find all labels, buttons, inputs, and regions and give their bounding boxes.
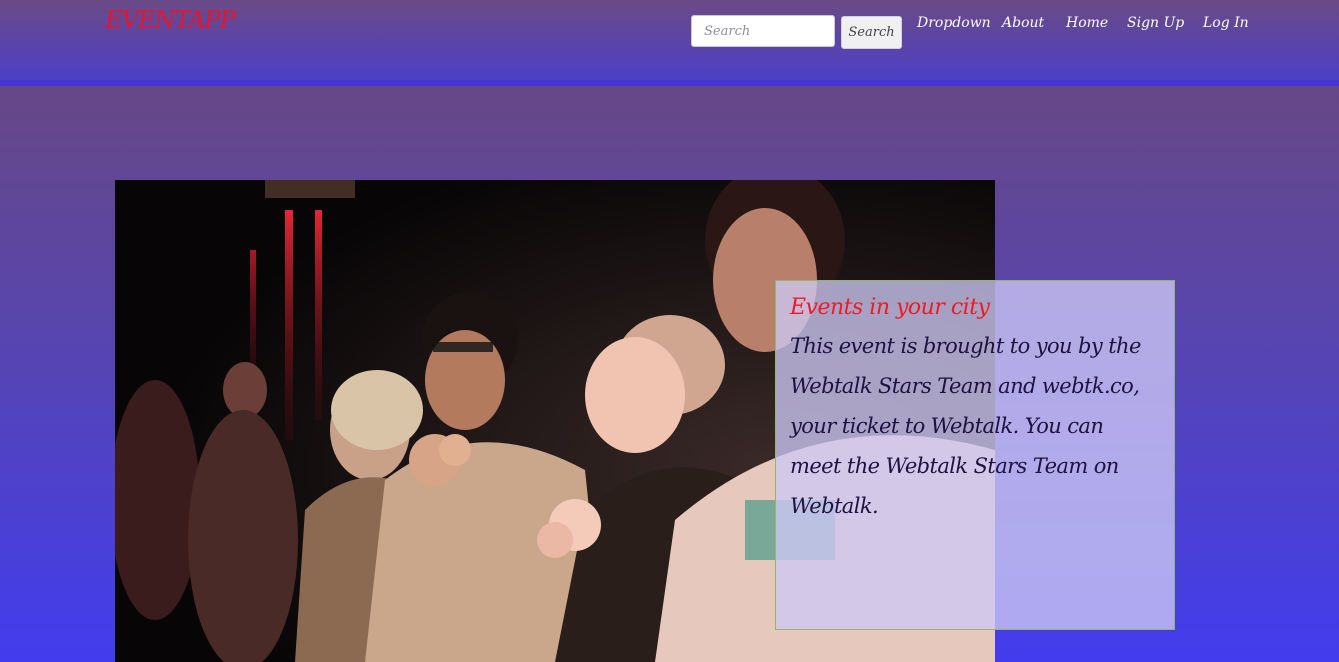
card-title: Events in your city	[790, 295, 990, 320]
info-card: Events in your city This event is brough…	[775, 280, 1175, 630]
brand-logo[interactable]: EVENTAPP	[105, 6, 236, 34]
card-text: This event is brought to you by the Webt…	[790, 334, 1141, 518]
navbar: EVENTAPP Search Dropdown About Home Sign…	[0, 0, 1339, 86]
search-input[interactable]	[691, 15, 835, 47]
nav-dropdown[interactable]: Dropdown	[917, 15, 991, 31]
nav-about[interactable]: About	[1002, 15, 1044, 31]
search-button[interactable]: Search	[841, 16, 902, 49]
nav-login[interactable]: Log In	[1203, 15, 1249, 31]
nav-home[interactable]: Home	[1066, 15, 1108, 31]
nav-signup[interactable]: Sign Up	[1127, 15, 1184, 31]
